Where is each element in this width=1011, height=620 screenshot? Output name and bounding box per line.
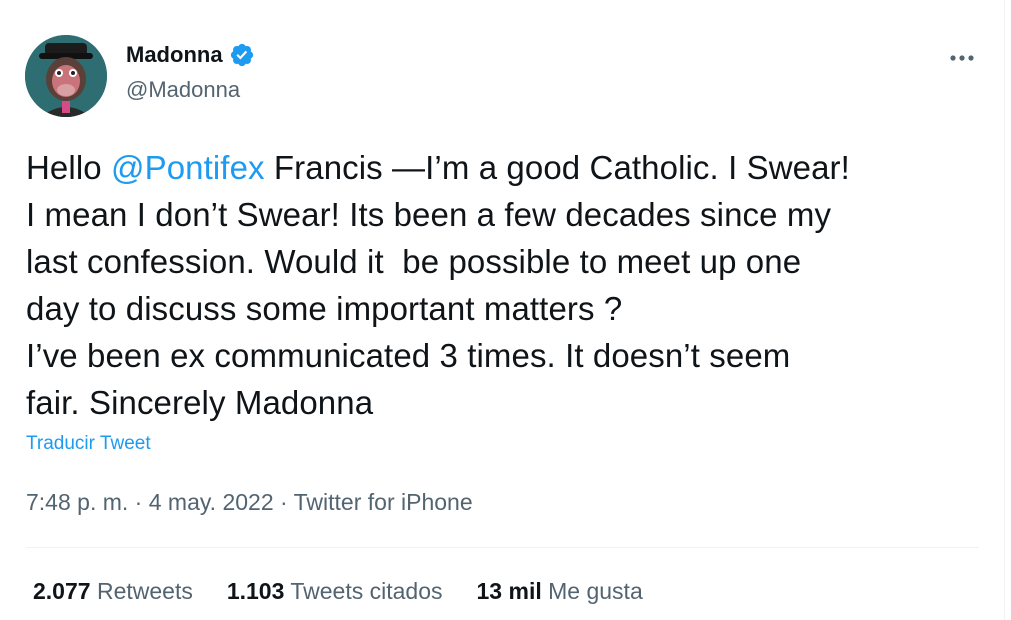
likes-count: 13 mil bbox=[476, 578, 542, 604]
retweets-count: 2.077 bbox=[33, 578, 91, 604]
likes-label: Me gusta bbox=[548, 578, 643, 604]
tweet-line: I mean I don’t Swear! Its been a few dec… bbox=[26, 196, 832, 233]
meta-separator: · bbox=[128, 489, 149, 515]
tweet-line: last confession. Would it be possible to… bbox=[26, 243, 802, 280]
quote-tweets-count: 1.103 bbox=[226, 578, 285, 604]
tweet-text-segment: Hello bbox=[26, 149, 111, 186]
mention-link[interactable]: @Pontifex bbox=[111, 149, 265, 186]
tweet-date[interactable]: 4 may. 2022 bbox=[149, 489, 274, 515]
more-options-button[interactable] bbox=[944, 44, 980, 72]
retweets-stat[interactable]: 2.077 Retweets bbox=[33, 578, 193, 605]
divider bbox=[26, 547, 979, 548]
tweet-text-segment: Francis —I’m a good Catholic. I Swear! bbox=[264, 149, 850, 186]
tweet-line: day to discuss some important matters ? bbox=[26, 290, 623, 327]
tweet-line: fair. Sincerely Madonna bbox=[26, 384, 374, 421]
timeline-border bbox=[1004, 0, 1005, 620]
tweet-meta: 7:48 p. m. · 4 may. 2022 · Twitter for i… bbox=[26, 489, 473, 516]
retweets-label: Retweets bbox=[96, 578, 193, 604]
author-handle[interactable]: @Madonna bbox=[126, 77, 240, 103]
quote-tweets-label: Tweets citados bbox=[290, 578, 443, 604]
translate-tweet-link[interactable]: Traducir Tweet bbox=[26, 433, 151, 455]
tweet-line: I’ve been ex communicated 3 times. It do… bbox=[26, 337, 791, 374]
tweet-line: Hello @Pontifex Francis —I’m a good Cath… bbox=[26, 144, 991, 191]
avatar[interactable] bbox=[25, 35, 107, 117]
tweet-text: Hello @Pontifex Francis —I’m a good Cath… bbox=[26, 144, 991, 426]
tweet-time[interactable]: 7:48 p. m. bbox=[26, 489, 128, 515]
quote-tweets-stat[interactable]: 1.103 Tweets citados bbox=[227, 578, 443, 605]
author-name[interactable]: Madonna bbox=[126, 42, 255, 68]
avatar-ape-image bbox=[25, 35, 107, 117]
meta-separator: · bbox=[273, 489, 294, 515]
verified-badge-icon bbox=[230, 43, 253, 67]
author-name-text: Madonna bbox=[126, 42, 223, 67]
tweet-stats: 2.077 Retweets 1.103 Tweets citados 13 m… bbox=[33, 578, 677, 605]
tweet-source[interactable]: Twitter for iPhone bbox=[294, 489, 473, 515]
more-options-icon bbox=[950, 55, 974, 61]
likes-stat[interactable]: 13 mil Me gusta bbox=[477, 578, 643, 605]
